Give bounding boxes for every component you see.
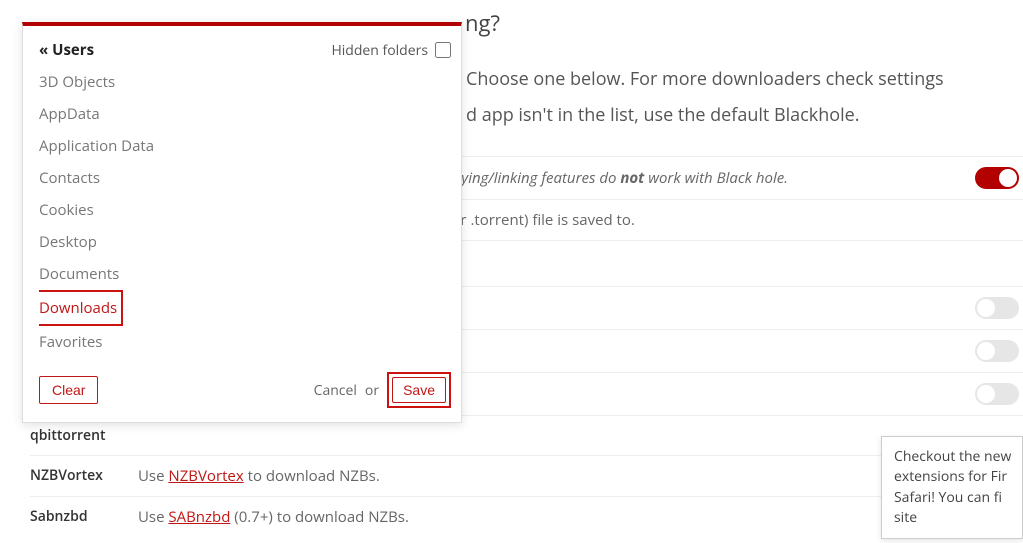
folder-browser-popup: « Users Hidden folders 3D Objects AppDat… bbox=[22, 22, 462, 423]
popup-footer: Clear Cancel or Save bbox=[39, 372, 451, 408]
cancel-button[interactable]: Cancel bbox=[314, 381, 357, 400]
folder-item[interactable]: Desktop bbox=[39, 226, 447, 258]
tooltip-line: Checkout the new bbox=[894, 447, 1022, 467]
popup-title[interactable]: « Users bbox=[39, 40, 94, 60]
link-nzbvortex[interactable]: NZBVortex bbox=[168, 466, 243, 486]
save-button[interactable]: Save bbox=[392, 377, 446, 403]
tooltip-line: Safari! You can fi bbox=[894, 488, 1022, 508]
folder-list[interactable]: 3D Objects AppData Application Data Cont… bbox=[39, 66, 451, 354]
toggle-a[interactable] bbox=[975, 297, 1019, 319]
description-line-2: d app isn't in the list, use the default… bbox=[466, 102, 1023, 130]
label-sabnzbd: Sabnzbd bbox=[30, 507, 138, 526]
or-text: or bbox=[365, 381, 379, 400]
sabnzbd-before: Use bbox=[138, 507, 168, 527]
extension-tooltip: Checkout the new extensions for Fir Safa… bbox=[881, 436, 1023, 539]
popup-header: « Users Hidden folders bbox=[39, 40, 451, 60]
page-title: ng? bbox=[465, 8, 1023, 38]
folder-item[interactable]: Favorites bbox=[39, 326, 447, 354]
folder-item[interactable]: Documents bbox=[39, 258, 447, 290]
toggle-c[interactable] bbox=[975, 383, 1019, 405]
hidden-folders-toggle[interactable]: Hidden folders bbox=[331, 41, 451, 60]
save-highlight: Save bbox=[387, 372, 451, 408]
nzbvortex-before: Use bbox=[138, 466, 168, 486]
folder-item[interactable]: Contacts bbox=[39, 162, 447, 194]
sabnzbd-version: (0.7+) to download NZBs. bbox=[230, 507, 408, 527]
clear-button[interactable]: Clear bbox=[39, 376, 98, 404]
description-line-1: Choose one below. For more downloaders c… bbox=[466, 66, 1023, 94]
row-nzbvortex: NZBVortex Use NZBVortex to download NZBs… bbox=[30, 456, 1023, 497]
link-sabnzbd[interactable]: SABnzbd bbox=[168, 507, 230, 527]
label-qbittorrent: qbittorrent bbox=[30, 426, 138, 445]
toggle-b[interactable] bbox=[975, 340, 1019, 362]
label-nzbvortex: NZBVortex bbox=[30, 466, 138, 485]
folder-item[interactable]: AppData bbox=[39, 98, 447, 130]
row-sabnzbd: Sabnzbd Use SABnzbd (0.7+) to download N… bbox=[30, 497, 1023, 537]
nzbvortex-after: to download NZBs. bbox=[244, 466, 380, 486]
folder-item[interactable]: Cookies bbox=[39, 194, 447, 226]
toggle-blackhole[interactable] bbox=[975, 167, 1019, 189]
note-suffix: work with Black hole. bbox=[644, 168, 788, 188]
tooltip-line: site bbox=[894, 508, 1022, 528]
tooltip-line: extensions for Fir bbox=[894, 467, 1022, 487]
hidden-folders-label: Hidden folders bbox=[331, 41, 428, 60]
note-bold: not bbox=[620, 168, 644, 188]
folder-item[interactable]: Application Data bbox=[39, 130, 447, 162]
folder-item[interactable]: 3D Objects bbox=[39, 66, 447, 98]
folder-item-selected[interactable]: Downloads bbox=[39, 290, 123, 326]
hidden-folders-checkbox[interactable] bbox=[435, 42, 451, 58]
